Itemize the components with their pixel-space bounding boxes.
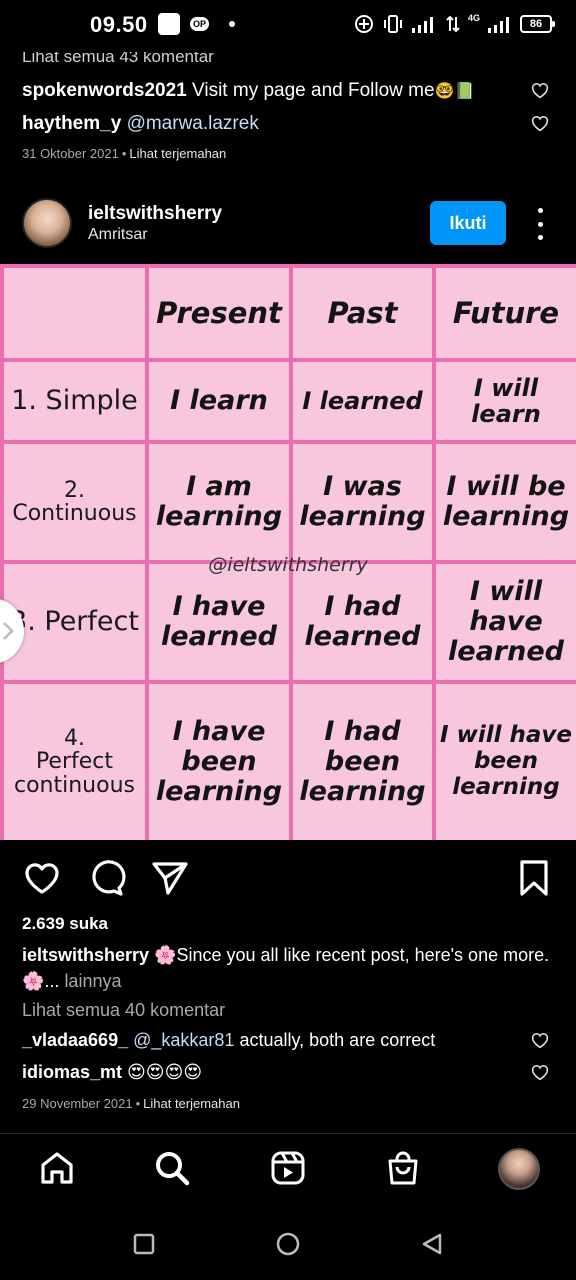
circle-icon xyxy=(276,1232,300,1256)
nav-home[interactable] xyxy=(37,1148,77,1188)
data-saver-icon xyxy=(354,15,373,33)
like-count[interactable]: 2.639 suka xyxy=(22,914,108,934)
bottom-nav xyxy=(0,1133,576,1209)
tense-table: Present Past Future 1. Simple I learn I … xyxy=(0,264,576,840)
heart-icon[interactable] xyxy=(22,858,62,898)
notification-icon xyxy=(158,13,180,35)
status-time: 09.50 xyxy=(90,12,148,37)
comment-like-icon[interactable] xyxy=(530,114,550,132)
caption-more-link[interactable]: lainnya xyxy=(64,971,121,991)
table-corner xyxy=(0,264,149,362)
comment-text: actually, both are correct xyxy=(239,1030,436,1050)
nav-search[interactable] xyxy=(152,1148,192,1188)
battery-icon: 86 xyxy=(520,15,555,33)
bookmark-icon[interactable] xyxy=(514,858,554,898)
post-date: 31 Oktober 2021 xyxy=(22,146,119,161)
signal-2-icon xyxy=(488,17,509,33)
translate-link[interactable]: Lihat terjemahan xyxy=(129,146,226,161)
post-location[interactable]: Amritsar xyxy=(88,226,148,244)
comment-text: Visit my page and Follow me xyxy=(192,80,435,101)
header-future: Future xyxy=(432,264,576,362)
comment-like-icon[interactable] xyxy=(530,1063,550,1081)
post-meta: 31 Oktober 2021 • Lihat terjemahan xyxy=(22,146,227,161)
comment-like-icon[interactable] xyxy=(530,1031,550,1049)
row-label: 1. Simple xyxy=(0,358,149,444)
comment-row: haythem_y @marwa.lazrek xyxy=(22,113,259,135)
recent-apps-button[interactable] xyxy=(130,1230,158,1258)
comment-username[interactable]: _vladaa669_ xyxy=(22,1030,128,1050)
table-cell: I will be learning xyxy=(432,440,576,564)
back-button[interactable] xyxy=(418,1230,446,1258)
comment-username[interactable]: spokenwords2021 xyxy=(22,80,187,101)
post-username[interactable]: ieltswithsherry xyxy=(88,203,222,225)
back-triangle-icon xyxy=(422,1233,442,1255)
table-cell: I have been learning xyxy=(145,680,293,840)
square-icon xyxy=(133,1233,155,1255)
comment-row: spokenwords2021 Visit my page and Follow… xyxy=(22,80,474,102)
reels-icon xyxy=(271,1151,305,1185)
status-bar: 09.50 OP 4G 86 xyxy=(0,0,576,52)
home-icon xyxy=(41,1152,73,1184)
header-past: Past xyxy=(289,264,436,362)
follow-button[interactable]: Ikuti xyxy=(430,201,506,245)
network-type: 4G xyxy=(467,13,480,23)
app-badge-icon: OP xyxy=(190,17,210,31)
comment-icon[interactable] xyxy=(86,858,126,898)
comment-mention[interactable]: @_kakkar81 xyxy=(133,1030,234,1050)
home-system-button[interactable] xyxy=(274,1230,302,1258)
table-cell: I will have been learning xyxy=(432,680,576,840)
row-label: 3. Perfect xyxy=(0,560,149,684)
comment-row: idiomas_mt 😍😍😍😍 xyxy=(22,1062,202,1083)
nav-reels[interactable] xyxy=(268,1148,308,1188)
row-label: 4. Perfect continuous xyxy=(0,680,149,840)
signal-icon xyxy=(411,17,433,33)
comment-mention[interactable]: @marwa.lazrek xyxy=(127,113,259,134)
nav-shop[interactable] xyxy=(383,1148,423,1188)
chevron-right-icon xyxy=(3,622,14,640)
more-options-icon[interactable] xyxy=(530,208,550,240)
post-image[interactable]: Present Past Future 1. Simple I learn I … xyxy=(0,264,576,840)
vibrate-icon xyxy=(383,15,402,33)
header-present: Present xyxy=(145,264,293,362)
comment-username[interactable]: idiomas_mt xyxy=(22,1062,122,1082)
post-date: 29 November 2021 xyxy=(22,1096,133,1111)
view-all-comments-previous[interactable]: Lihat semua 43 komentar xyxy=(22,52,214,66)
search-icon xyxy=(156,1152,190,1186)
row-label: 2. Continuous xyxy=(0,440,149,564)
table-cell: I was learning xyxy=(289,440,436,564)
comment-text: 😍😍😍😍 xyxy=(127,1062,203,1082)
table-cell: I am learning xyxy=(145,440,293,564)
table-cell: I learned xyxy=(289,358,436,444)
table-cell: I had been learning xyxy=(289,680,436,840)
data-transfer-icon xyxy=(446,15,460,33)
comment-row: _vladaa669_ @_kakkar81 actually, both ar… xyxy=(22,1030,435,1051)
post-caption: ieltswithsherry 🌸Since you all like rece… xyxy=(22,942,562,994)
system-navigation xyxy=(0,1210,576,1280)
share-icon[interactable] xyxy=(150,858,190,898)
table-cell: I will have learned xyxy=(432,560,576,684)
table-cell: I learn xyxy=(145,358,293,444)
caption-username[interactable]: ieltswithsherry xyxy=(22,945,149,965)
table-cell: I have learned xyxy=(145,560,293,684)
comment-username[interactable]: haythem_y xyxy=(22,113,121,134)
shop-icon xyxy=(388,1151,418,1185)
table-cell: I had learned xyxy=(289,560,436,684)
translate-link[interactable]: Lihat terjemahan xyxy=(143,1096,240,1111)
comment-emoji: 🤓📗 xyxy=(434,83,475,100)
view-all-comments-link[interactable]: Lihat semua 40 komentar xyxy=(22,1000,225,1021)
nav-profile-avatar[interactable] xyxy=(498,1148,540,1190)
comment-like-icon[interactable] xyxy=(530,81,550,99)
avatar[interactable] xyxy=(22,198,72,248)
table-cell: I will learn xyxy=(432,358,576,444)
post-meta: 29 November 2021 • Lihat terjemahan xyxy=(22,1096,240,1111)
more-notifications-icon xyxy=(229,21,236,27)
